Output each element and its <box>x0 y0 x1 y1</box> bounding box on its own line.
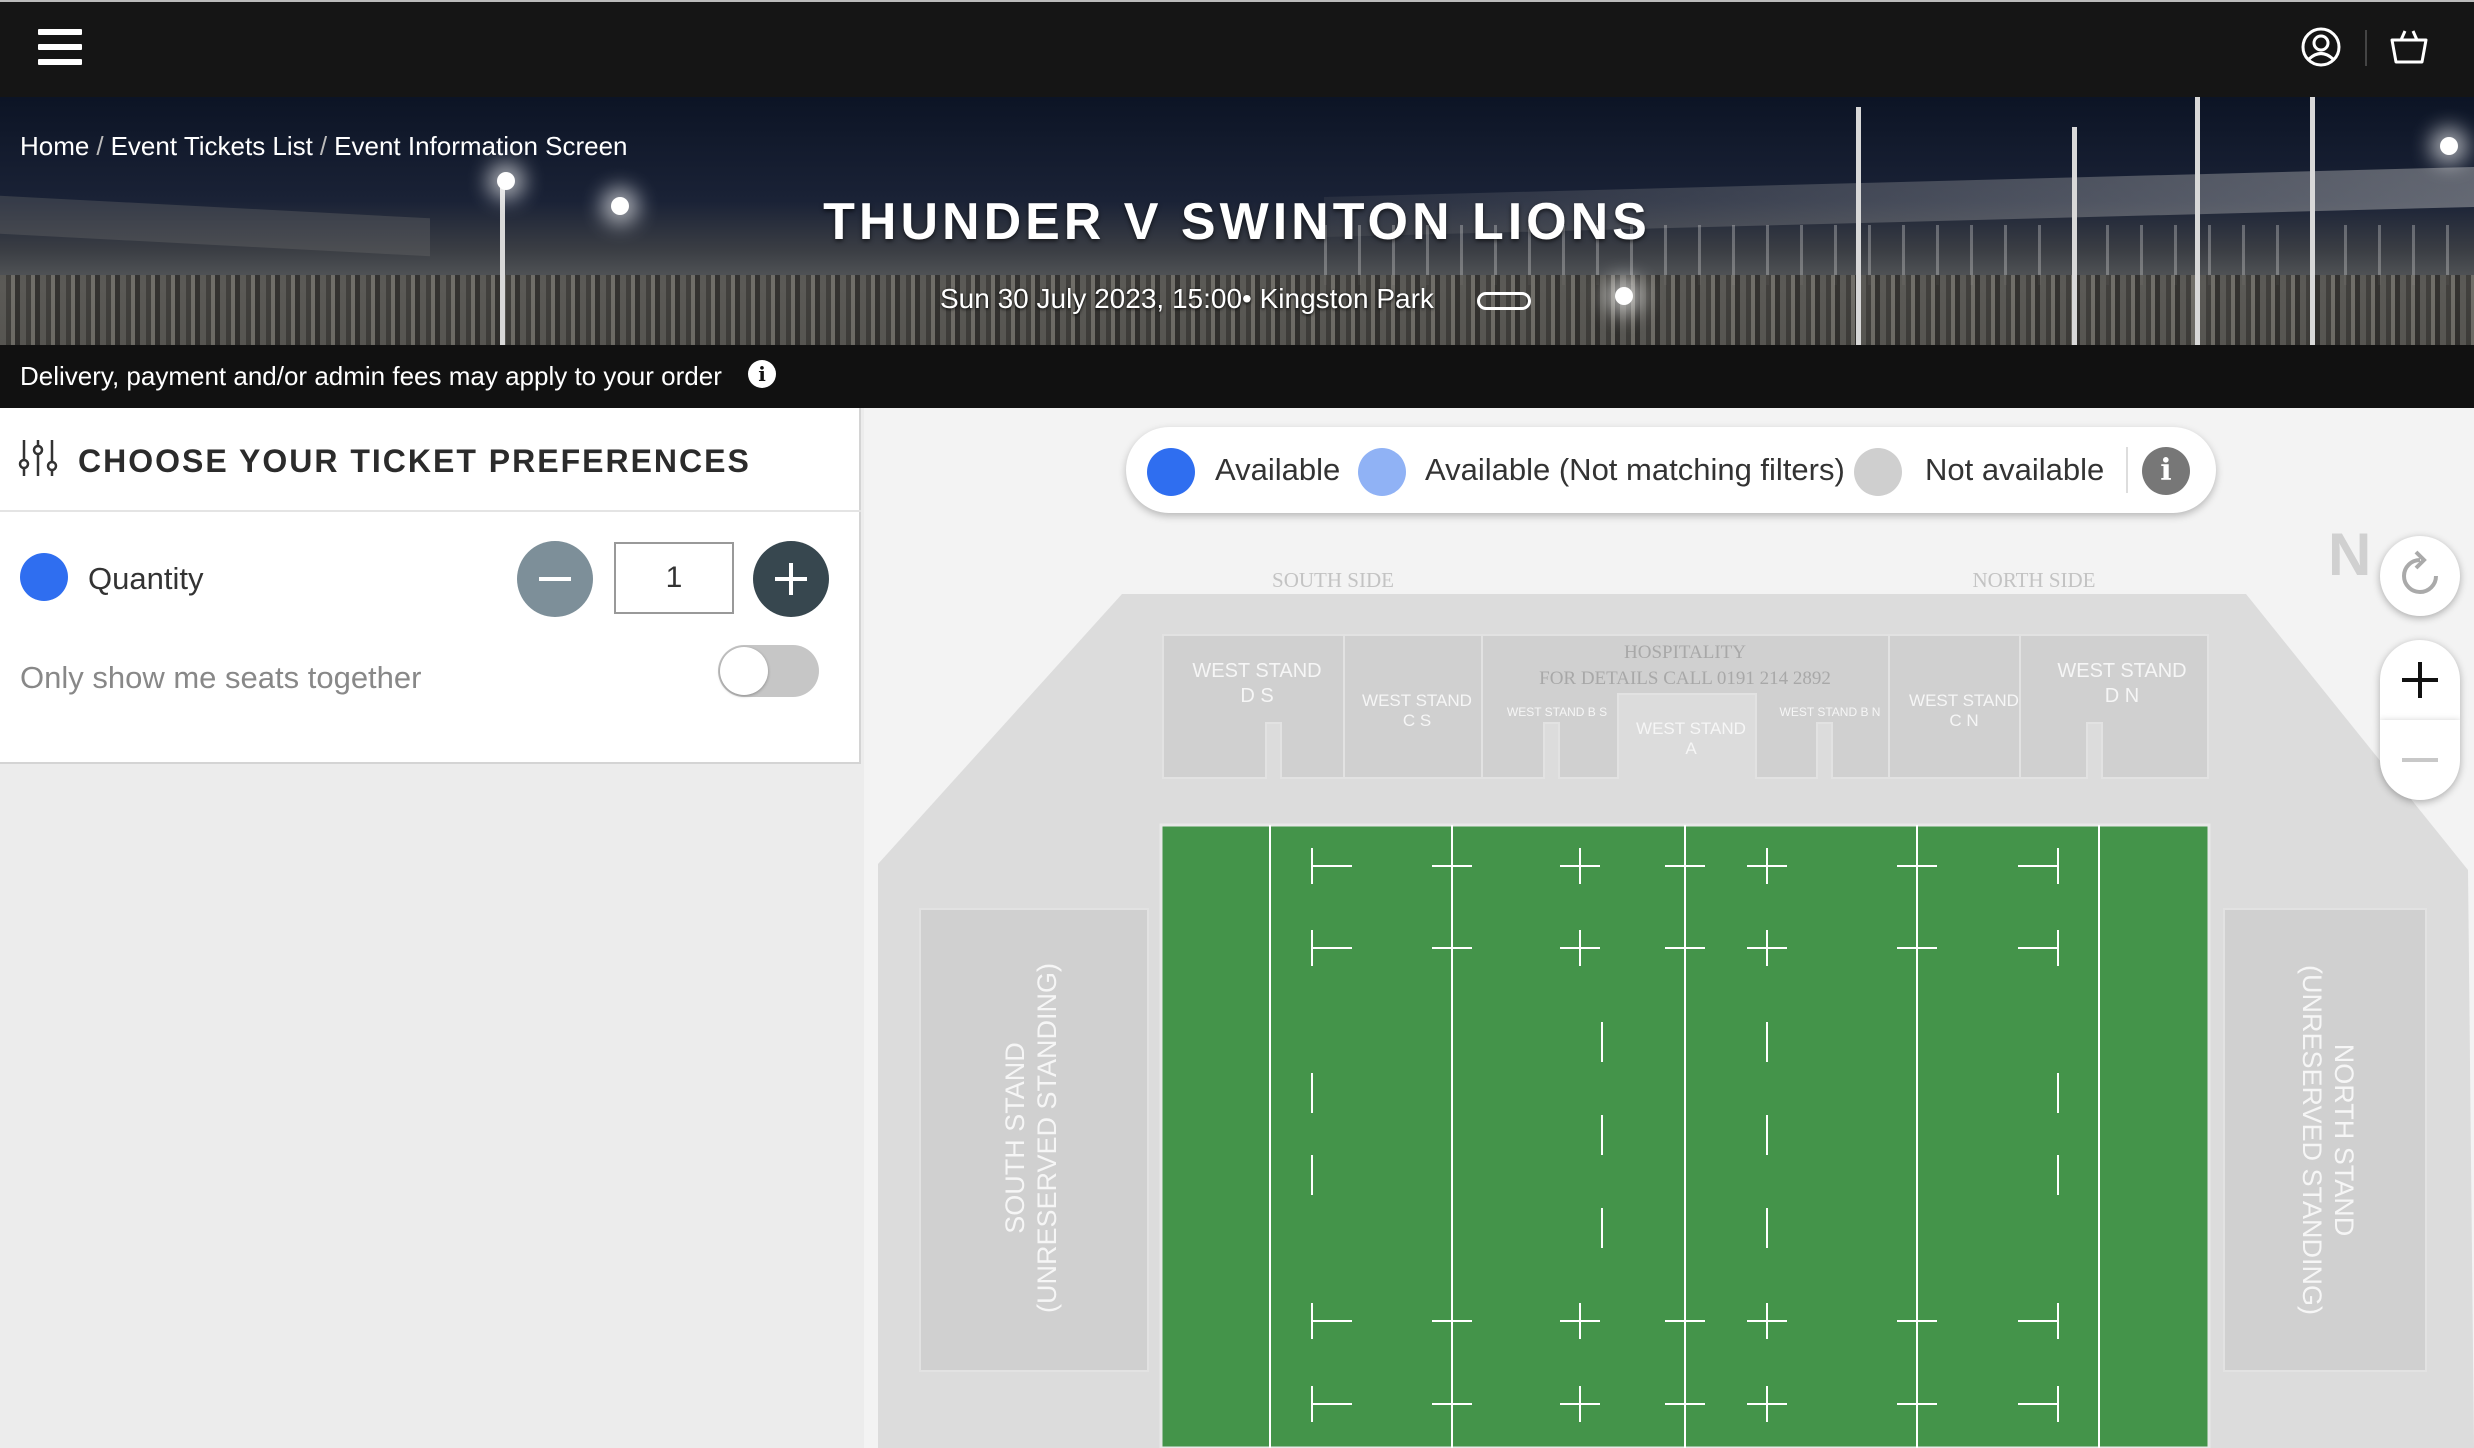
hospitality-phone: FOR DETAILS CALL 0191 214 2892 <box>1539 668 1831 689</box>
stand-cs-sublabel: C S <box>1403 711 1431 730</box>
stand-bs-label: WEST STAND B S <box>1507 705 1607 719</box>
north-stand-sublabel: (UNRESERVED STANDING) <box>2297 965 2327 1315</box>
preferences-title: CHOOSE YOUR TICKET PREFERENCES <box>78 443 751 479</box>
link-icon[interactable] <box>1477 292 1531 310</box>
quantity-increase-button[interactable] <box>753 541 829 617</box>
stand-cn-sublabel: C N <box>1949 711 1978 730</box>
stand-cs-label: WEST STAND <box>1362 691 1472 710</box>
stand-ds-sublabel: D S <box>1240 685 1273 707</box>
sliders-icon <box>18 440 58 476</box>
toggle-knob <box>720 647 768 695</box>
stand-bn-label: WEST STAND B N <box>1780 705 1881 719</box>
breadcrumb-event-tickets-list[interactable]: Event Tickets List <box>111 131 313 161</box>
seat-availability-legend: Available Available (Not matching filter… <box>1126 427 2216 513</box>
preferences-header: CHOOSE YOUR TICKET PREFERENCES <box>0 408 861 512</box>
reset-rotate-icon[interactable] <box>2380 536 2460 616</box>
seat-map-area: SOUTH SIDE NORTH SIDE WEST STAND D S WES… <box>864 408 2474 1448</box>
compass-north-label: N <box>2328 521 2372 588</box>
event-date-venue: Sun 30 July 2023, 15:00• Kingston Park <box>940 283 1434 314</box>
available-dot <box>1147 448 1195 496</box>
zoom-out-icon[interactable] <box>2380 720 2460 800</box>
seats-together-label: Only show me seats together <box>20 660 422 695</box>
shopping-basket-icon[interactable] <box>2384 22 2434 72</box>
quantity-label: Quantity <box>88 561 204 596</box>
user-account-icon[interactable] <box>2296 22 2346 72</box>
stand-cn-label: WEST STAND <box>1909 691 2019 710</box>
ticket-preferences-panel: CHOOSE YOUR TICKET PREFERENCES Quantity … <box>0 408 861 764</box>
stand-a-sublabel: A <box>1685 739 1697 758</box>
zoom-in-icon[interactable] <box>2380 640 2460 720</box>
quantity-indicator-dot <box>20 553 68 601</box>
south-stand-label: SOUTH STAND <box>1000 1042 1030 1234</box>
fees-notice-bar: Delivery, payment and/or admin fees may … <box>0 345 2474 408</box>
stand-ds-label: WEST STAND <box>1192 660 1321 682</box>
quantity-decrease-button[interactable] <box>517 541 593 617</box>
hospitality-label: HOSPITALITY <box>1624 642 1746 663</box>
legend-info-icon[interactable]: i <box>2142 447 2190 495</box>
stand-dn-sublabel: D N <box>2105 685 2139 707</box>
rugby-pitch <box>1159 823 2211 1448</box>
breadcrumb: Home / Event Tickets List / Event Informatio… <box>20 131 628 161</box>
south-side-label: SOUTH SIDE <box>1272 568 1394 592</box>
hamburger-menu-icon[interactable] <box>38 29 82 65</box>
top-nav-bar <box>0 0 2474 97</box>
quantity-input[interactable] <box>614 542 734 614</box>
not-available-dot <box>1854 448 1902 496</box>
legend-divider <box>2126 447 2128 493</box>
seats-together-toggle[interactable] <box>718 645 819 697</box>
stadium-map[interactable]: SOUTH SIDE NORTH SIDE WEST STAND D S WES… <box>864 408 2474 1448</box>
south-stand-sublabel: (UNRESERVED STANDING) <box>1032 963 1062 1313</box>
fees-notice-text: Delivery, payment and/or admin fees may … <box>20 361 722 391</box>
legend-not-available: Not available <box>1925 452 2105 487</box>
not-matching-dot <box>1358 448 1406 496</box>
north-side-label: NORTH SIDE <box>1973 568 2096 592</box>
legend-available: Available <box>1215 452 1341 487</box>
legend-not-matching: Available (Not matching filters) <box>1425 452 1845 487</box>
header-divider <box>2365 30 2367 66</box>
event-title: THUNDER V SWINTON LIONS <box>823 193 1651 251</box>
stand-dn-label: WEST STAND <box>2057 660 2186 682</box>
stand-a-label: WEST STAND <box>1636 719 1746 738</box>
breadcrumb-event-information[interactable]: Event Information Screen <box>334 131 627 161</box>
breadcrumb-home[interactable]: Home <box>20 131 89 161</box>
north-stand-label: NORTH STAND <box>2329 1044 2359 1237</box>
info-icon[interactable]: i <box>748 360 776 388</box>
